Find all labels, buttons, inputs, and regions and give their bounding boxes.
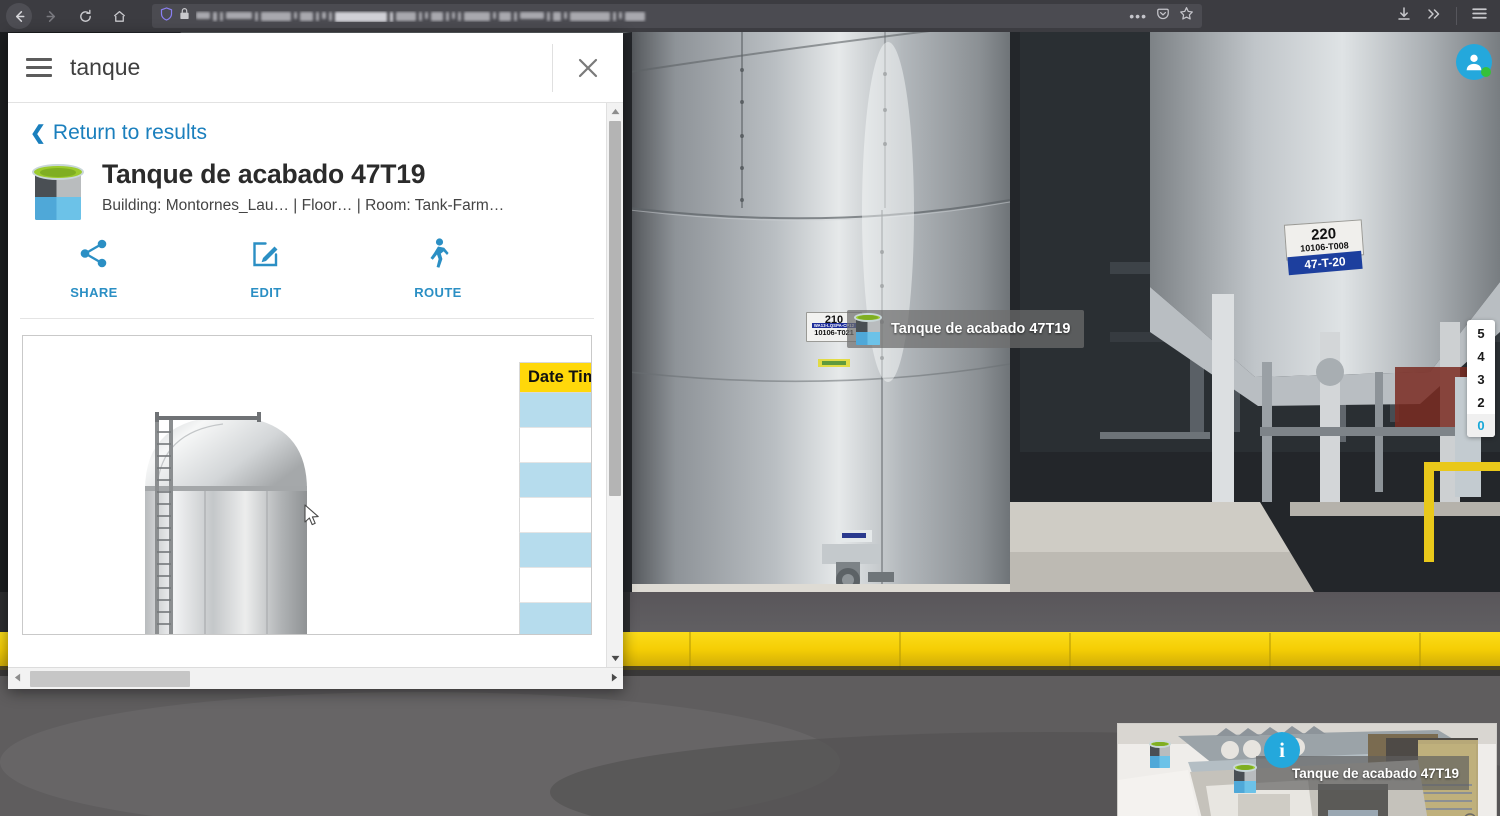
table-row: 10	[519, 463, 592, 498]
pocket-icon[interactable]	[1156, 7, 1170, 26]
search-input[interactable]	[70, 54, 552, 81]
share-icon	[77, 237, 111, 276]
panel-horizontal-scrollbar[interactable]	[8, 667, 623, 689]
table-row: 10	[519, 603, 592, 635]
search-input-wrapper[interactable]	[70, 54, 552, 81]
share-button-label: SHARE	[70, 285, 118, 300]
ellipsis-icon[interactable]: •••	[1129, 11, 1147, 21]
user-avatar-icon[interactable]	[1456, 44, 1492, 80]
poi-header: Tanque de acabado 47T19 Building: Montor…	[8, 159, 606, 221]
status-online-dot	[1481, 67, 1491, 77]
tank-icon	[853, 312, 883, 346]
walking-person-icon	[421, 237, 455, 276]
tank-icon	[30, 163, 86, 221]
url-bar[interactable]: •••	[152, 4, 1202, 28]
zoom-level-5[interactable]: 5	[1467, 322, 1495, 345]
table-row: 10	[519, 533, 592, 568]
panel-vertical-scrollbar[interactable]	[606, 103, 623, 667]
forward-arrow-icon[interactable]	[36, 1, 66, 31]
lock-icon[interactable]	[179, 7, 190, 25]
triangle-up-icon[interactable]	[607, 103, 623, 120]
minimap-tank-marker-selected[interactable]	[1232, 762, 1258, 794]
url-text[interactable]	[196, 11, 1123, 22]
return-to-results-link[interactable]: ❮ Return to results	[8, 103, 606, 159]
table-column-header-datetime: Date Time	[519, 362, 592, 393]
page-title: Tanque de acabado 47T19	[102, 159, 584, 190]
route-button[interactable]: ROUTE	[352, 237, 524, 300]
poi-location-breadcrumb: Building: Montornes_Lau… | Floor… | Room…	[102, 197, 584, 215]
return-to-results-label: Return to results	[53, 121, 207, 145]
edit-button-label: EDIT	[250, 285, 281, 300]
panel-scroll-area: ❮ Return to results Tanque de acabado 47…	[8, 103, 606, 667]
shield-icon[interactable]	[160, 7, 173, 26]
minimap-poi-label-text: Tanque de acabado 47T19	[1292, 766, 1459, 781]
minimap[interactable]: Tanque de acabado 47T19 i 10 m NavVis, ©…	[1117, 723, 1497, 816]
poi-detail-panel: ❮ Return to results Tanque de acabado 47…	[8, 33, 623, 689]
storage-tank-illustration	[127, 398, 395, 635]
zoom-level-2[interactable]: 2	[1467, 391, 1495, 414]
table-row: 10	[519, 393, 592, 428]
triangle-left-icon[interactable]	[8, 673, 26, 684]
section-divider	[20, 318, 594, 319]
triangle-down-icon[interactable]	[607, 650, 623, 667]
home-icon[interactable]	[104, 1, 134, 31]
share-button[interactable]: SHARE	[8, 237, 180, 300]
zoom-level-3[interactable]: 3	[1467, 368, 1495, 391]
ar-poi-label-text: Tanque de acabado 47T19	[891, 321, 1070, 337]
panel-body: ❮ Return to results Tanque de acabado 47…	[8, 103, 623, 667]
chevron-double-right-icon[interactable]	[1426, 6, 1442, 27]
reload-icon[interactable]	[70, 1, 100, 31]
close-icon[interactable]	[553, 53, 623, 83]
panel-header	[8, 33, 623, 103]
toolbar-divider	[1456, 7, 1457, 25]
zoom-level-4[interactable]: 4	[1467, 345, 1495, 368]
zoom-level-scale[interactable]: 5 4 3 2 0	[1467, 320, 1495, 437]
datetime-table[interactable]: Date Time 10 10 10 10 10 10 10	[519, 362, 592, 635]
poi-action-bar: SHARE EDIT	[8, 221, 606, 306]
triangle-right-icon[interactable]	[605, 673, 623, 684]
browser-toolbar: •••	[0, 0, 1500, 32]
scrollbar-thumb-horizontal[interactable]	[30, 671, 190, 687]
edit-pencil-icon	[249, 237, 283, 276]
zoom-level-0[interactable]: 0	[1467, 414, 1495, 437]
tank-level-widget[interactable]: 50893 Kg Date Time 10 10 10 10 10 10 10	[22, 335, 592, 635]
back-arrow-icon[interactable]	[6, 3, 32, 29]
download-icon[interactable]	[1396, 6, 1412, 27]
table-row: 10	[519, 428, 592, 463]
info-icon-glyph: i	[1279, 738, 1285, 763]
mouse-cursor	[304, 504, 322, 533]
chevron-left-icon: ❮	[30, 122, 46, 145]
hamburger-menu-icon[interactable]	[1471, 5, 1488, 27]
ar-poi-label[interactable]: Tanque de acabado 47T19	[847, 310, 1084, 348]
minimap-tank-marker[interactable]	[1148, 739, 1172, 769]
table-row: 10	[519, 498, 592, 533]
route-button-label: ROUTE	[414, 285, 462, 300]
info-icon[interactable]: i	[1264, 732, 1300, 768]
star-icon[interactable]	[1179, 6, 1194, 26]
table-row: 10	[519, 568, 592, 603]
scrollbar-thumb-vertical[interactable]	[609, 121, 621, 496]
edit-button[interactable]: EDIT	[180, 237, 352, 300]
hamburger-menu-icon[interactable]	[8, 58, 70, 77]
